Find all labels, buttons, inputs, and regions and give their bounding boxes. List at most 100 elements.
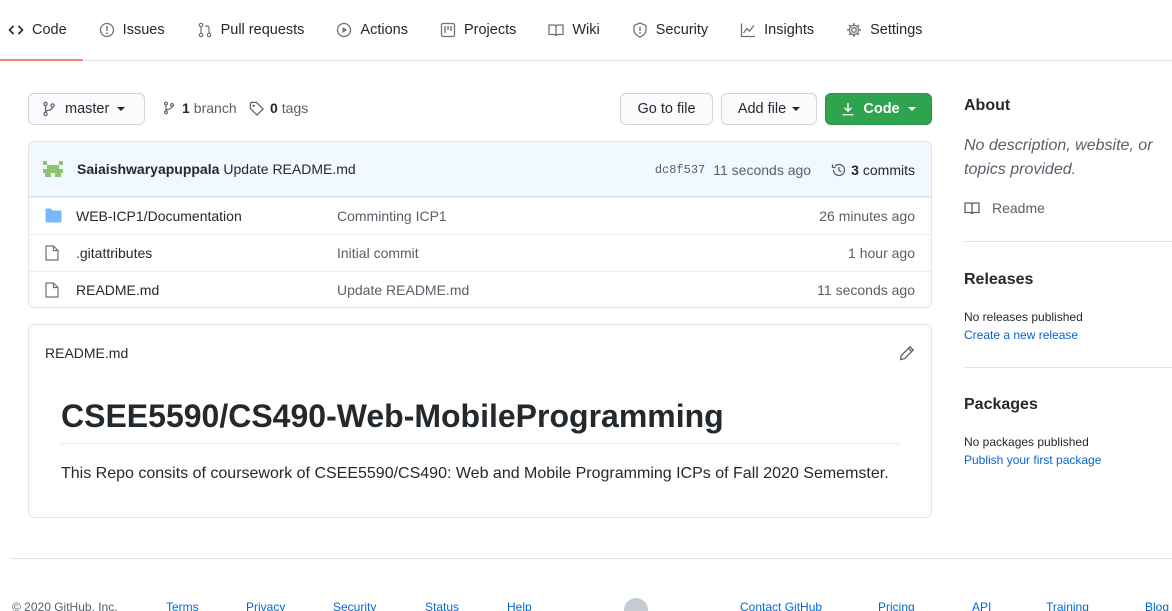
file-row[interactable]: README.md Update README.md 11 seconds ag… xyxy=(29,271,931,307)
branches-label: branch xyxy=(193,100,237,116)
tab-wiki[interactable]: Wiki xyxy=(548,0,615,60)
releases-empty-text: No releases published xyxy=(964,310,1083,324)
file-name[interactable]: .gitattributes xyxy=(76,245,152,261)
chevron-down-icon xyxy=(792,107,801,111)
branch-icon xyxy=(41,101,57,117)
tab-label: Projects xyxy=(463,22,517,38)
download-icon xyxy=(841,102,855,116)
tab-label: Settings xyxy=(870,22,923,38)
latest-commit-bar: Saiaishwaryapuppala Update README.md dc8… xyxy=(29,142,931,197)
commits-label: commits xyxy=(862,161,915,178)
tab-label: Issues xyxy=(122,22,165,38)
footer-link-status[interactable]: Status xyxy=(425,600,459,611)
chevron-down-icon xyxy=(907,107,916,111)
commit-message[interactable]: Update README.md xyxy=(223,161,355,177)
tab-issues[interactable]: Issues xyxy=(99,0,181,60)
publish-package-link[interactable]: Publish your first package xyxy=(964,453,1101,467)
footer-divider xyxy=(10,558,1172,559)
go-to-file-button[interactable]: Go to file xyxy=(620,93,713,125)
folder-icon xyxy=(45,208,62,223)
commit-meta: dc8f537 11 seconds ago 3 commits xyxy=(655,142,915,197)
releases-heading[interactable]: Releases xyxy=(964,271,1033,289)
commit-author[interactable]: Saiaishwaryapuppala xyxy=(77,161,219,177)
tab-label: Code xyxy=(32,22,67,38)
file-listing: Saiaishwaryapuppala Update README.md dc8… xyxy=(28,141,932,308)
avatar[interactable] xyxy=(43,159,63,179)
tab-label: Pull requests xyxy=(220,22,305,38)
book-icon xyxy=(964,200,980,216)
tab-actions[interactable]: Actions xyxy=(336,0,424,60)
file-row[interactable]: WEB-ICP1/Documentation Comminting ICP1 2… xyxy=(29,197,931,234)
play-icon xyxy=(336,22,352,38)
tab-insights[interactable]: Insights xyxy=(740,0,830,60)
commits-count: 3 xyxy=(851,161,859,178)
graph-icon xyxy=(740,22,756,38)
code-button-label: Code xyxy=(863,101,900,117)
tags-label: tags xyxy=(281,100,309,116)
branches-count: 1 xyxy=(182,100,190,116)
readme-body: This Repo consits of coursework of CSEE5… xyxy=(61,465,889,482)
tags-link[interactable]: 0 tags xyxy=(249,100,308,116)
file-age: 1 hour ago xyxy=(848,245,915,261)
footer-link-privacy[interactable]: Privacy xyxy=(246,600,285,611)
file-age: 26 minutes ago xyxy=(819,208,915,224)
branch-select-button[interactable]: master xyxy=(28,93,145,125)
tab-label: Security xyxy=(655,22,709,38)
tag-icon xyxy=(249,101,264,116)
github-logo-icon[interactable] xyxy=(624,598,648,611)
footer-link-api[interactable]: API xyxy=(972,600,991,611)
commits-history-link[interactable]: 3 commits xyxy=(831,162,915,178)
tab-pull-requests[interactable]: Pull requests xyxy=(197,0,321,60)
footer-link-training[interactable]: Training xyxy=(1046,600,1089,611)
footer-link-security[interactable]: Security xyxy=(333,600,376,611)
file-age: 11 seconds ago xyxy=(817,282,915,298)
file-commit-message[interactable]: Initial commit xyxy=(337,245,419,261)
about-description: No description, website, or topics provi… xyxy=(964,137,1153,178)
tab-label: Insights xyxy=(764,22,815,38)
code-download-button[interactable]: Code xyxy=(825,93,932,125)
footer-link-help[interactable]: Help xyxy=(507,600,532,611)
tab-projects[interactable]: Projects xyxy=(440,0,532,60)
code-icon xyxy=(8,22,24,38)
repo-nav-tabs: Code Issues Pull requests Actions Projec… xyxy=(0,0,1172,61)
readme-header[interactable]: README.md xyxy=(45,345,128,361)
divider xyxy=(964,241,1172,242)
tags-count: 0 xyxy=(270,100,278,116)
footer-link-pricing[interactable]: Pricing xyxy=(878,600,915,611)
gear-icon xyxy=(846,22,862,38)
file-commit-message[interactable]: Update README.md xyxy=(337,282,469,298)
book-icon xyxy=(548,22,565,38)
tab-label: Wiki xyxy=(572,22,600,38)
divider xyxy=(964,367,1172,368)
tab-security[interactable]: Security xyxy=(632,0,724,60)
shield-icon xyxy=(632,22,648,38)
branches-link[interactable]: 1 branch xyxy=(162,100,237,116)
readme-link[interactable]: Readme xyxy=(964,200,1045,216)
branch-name: master xyxy=(65,101,110,117)
branch-icon xyxy=(162,101,176,115)
tab-label: Actions xyxy=(360,22,408,38)
tab-settings[interactable]: Settings xyxy=(846,0,938,60)
history-icon xyxy=(831,162,847,178)
packages-empty-text: No packages published xyxy=(964,435,1089,449)
pull-request-icon xyxy=(197,22,213,38)
go-to-file-label: Go to file xyxy=(637,101,696,117)
footer-copyright: © 2020 GitHub, Inc. xyxy=(12,600,118,611)
packages-heading[interactable]: Packages xyxy=(964,396,1038,414)
footer-link-terms[interactable]: Terms xyxy=(166,600,199,611)
file-name[interactable]: README.md xyxy=(76,282,159,298)
add-file-button[interactable]: Add file xyxy=(721,93,817,125)
about-heading: About xyxy=(964,97,1011,114)
footer-link-blog[interactable]: Blog xyxy=(1145,600,1169,611)
file-icon xyxy=(45,282,59,298)
create-release-link[interactable]: Create a new release xyxy=(964,328,1078,342)
file-row[interactable]: .gitattributes Initial commit 1 hour ago xyxy=(29,234,931,271)
readme-link-label: Readme xyxy=(992,200,1045,216)
file-icon xyxy=(45,245,59,261)
footer-link-contact[interactable]: Contact GitHub xyxy=(740,600,822,611)
file-commit-message[interactable]: Comminting ICP1 xyxy=(337,208,447,224)
tab-code[interactable]: Code xyxy=(0,0,83,61)
commit-sha[interactable]: dc8f537 xyxy=(655,163,705,177)
file-name[interactable]: WEB-ICP1/Documentation xyxy=(76,208,242,224)
pencil-icon[interactable] xyxy=(899,345,915,361)
